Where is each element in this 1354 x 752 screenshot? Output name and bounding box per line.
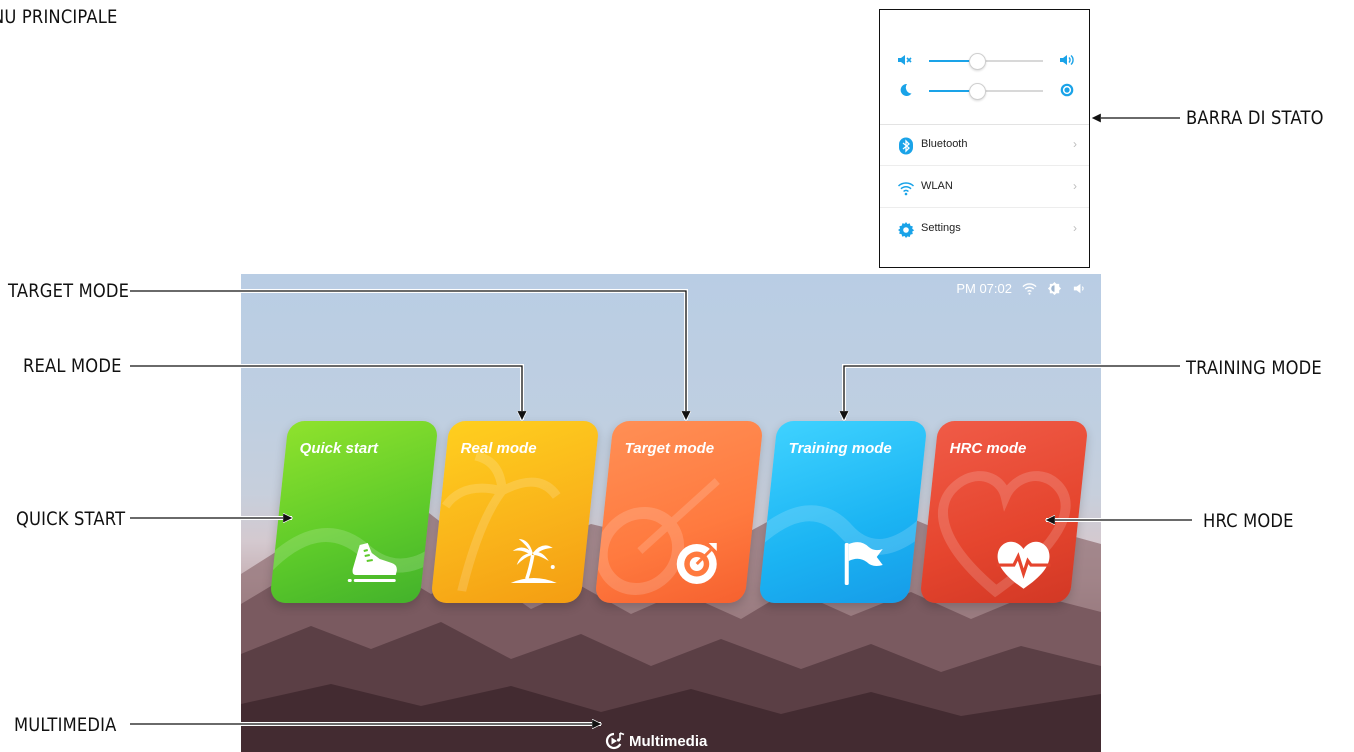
callout-training-mode: TRAINING MODE	[1186, 357, 1322, 379]
callout-target-mode: TARGET MODE	[8, 280, 130, 302]
quick-start-card[interactable]: Quick start	[269, 421, 439, 603]
brightness-slider-row	[897, 81, 1075, 101]
chevron-right-icon: ›	[1073, 179, 1077, 193]
target-icon	[676, 543, 717, 584]
menu-item-label: Bluetooth	[921, 138, 968, 150]
wifi-icon	[897, 182, 915, 196]
hrc-mode-card[interactable]: HRC mode	[919, 421, 1089, 603]
callout-multimedia: MULTIMEDIA	[14, 714, 117, 736]
status-bar-panel: Bluetooth › WLAN › Settings ›	[879, 9, 1090, 268]
volume-icon[interactable]	[1059, 52, 1075, 68]
chevron-right-icon: ›	[1073, 137, 1077, 151]
card-title: HRC mode	[949, 440, 1027, 457]
card-title: Real mode	[460, 440, 537, 457]
multimedia-button[interactable]: Multimedia	[605, 730, 707, 752]
device-screen: PM 07:02 Quick start Real mode Target mo…	[241, 274, 1101, 752]
multimedia-icon	[605, 732, 625, 750]
moon-icon[interactable]	[897, 82, 913, 98]
menu-item-label: Settings	[921, 222, 961, 234]
gear-icon	[898, 222, 915, 238]
brightness-slider-knob[interactable]	[968, 83, 986, 100]
menu-item-wlan[interactable]: WLAN ›	[880, 167, 1089, 208]
multimedia-label: Multimedia	[629, 732, 708, 750]
card-title: Target mode	[624, 440, 715, 457]
system-tray[interactable]: PM 07:02	[956, 279, 1087, 297]
chevron-right-icon: ›	[1073, 221, 1077, 235]
volume-slider[interactable]	[929, 53, 1043, 70]
callout-quick-start: QUICK START	[16, 508, 126, 530]
target-mode-card[interactable]: Target mode	[594, 421, 764, 603]
callout-barra-di-stato: BARRA DI STATO	[1186, 107, 1324, 129]
training-mode-card[interactable]: Training mode	[758, 421, 928, 603]
volume-slider-row	[897, 51, 1075, 71]
callout-real-mode: REAL MODE	[23, 355, 122, 377]
page-title: NU PRINCIPALE	[0, 6, 118, 28]
real-mode-card[interactable]: Real mode	[430, 421, 600, 603]
bluetooth-icon	[899, 137, 913, 155]
brightness-slider[interactable]	[929, 83, 1043, 100]
menu-item-bluetooth[interactable]: Bluetooth ›	[880, 125, 1089, 166]
volume-icon	[1073, 283, 1084, 293]
menu-item-label: WLAN	[921, 180, 953, 192]
callout-hrc-mode: HRC MODE	[1203, 510, 1294, 532]
mute-icon[interactable]	[897, 52, 913, 68]
menu-item-settings[interactable]: Settings ›	[880, 209, 1089, 250]
shoe-icon	[347, 543, 397, 582]
flag-icon	[844, 542, 883, 585]
card-title: Quick start	[299, 440, 379, 457]
card-title: Training mode	[788, 440, 892, 457]
clock: PM 07:02	[956, 280, 1012, 296]
volume-slider-knob[interactable]	[968, 53, 986, 70]
heartbeat-icon	[996, 541, 1051, 589]
wifi-icon	[1022, 282, 1037, 295]
palm-island-icon	[510, 539, 557, 583]
brightness-icon	[1047, 281, 1062, 295]
sun-icon[interactable]	[1059, 82, 1075, 98]
